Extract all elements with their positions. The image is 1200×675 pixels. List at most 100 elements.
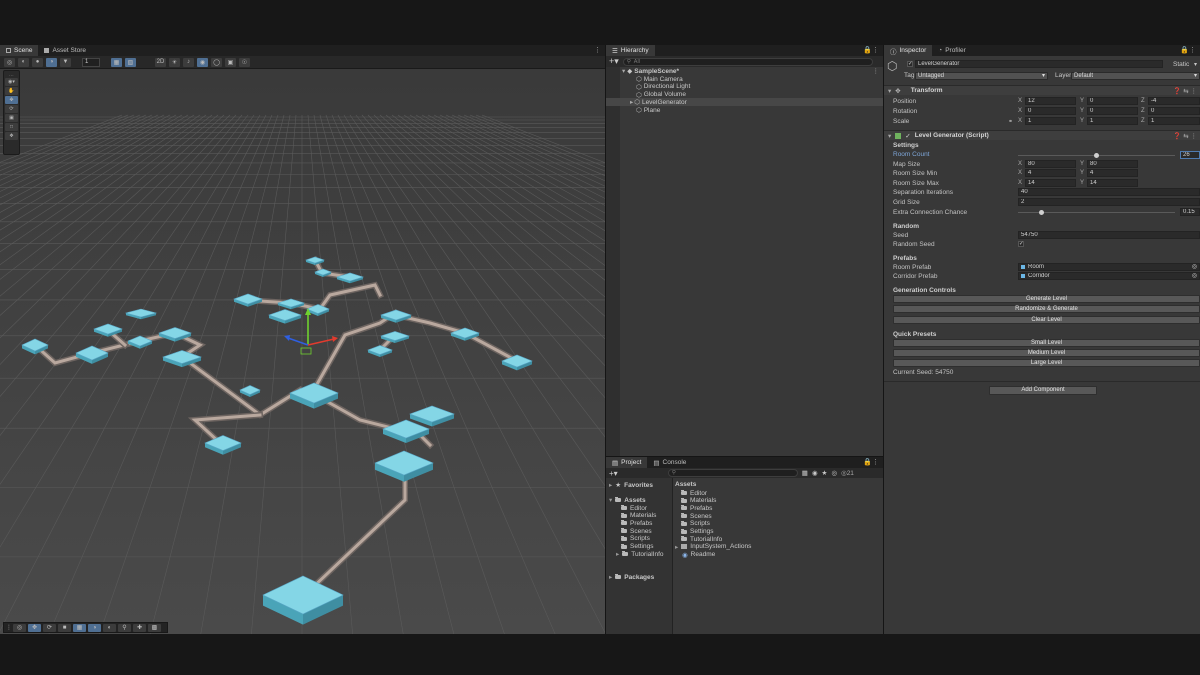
- extra-connection-slider-knob[interactable]: [1039, 210, 1045, 215]
- scene-viewport[interactable]: [0, 69, 605, 634]
- overlay-rotate-icon[interactable]: ⟳: [43, 623, 56, 632]
- scale-link-icon[interactable]: ⚭: [1008, 118, 1013, 125]
- rotation-x-field[interactable]: 0: [1025, 107, 1076, 115]
- lighting-icon[interactable]: ☀: [169, 57, 180, 67]
- script-enabled-checkbox[interactable]: ✓: [905, 132, 910, 140]
- rect-tool-icon[interactable]: □: [5, 123, 18, 131]
- tab-asset-store[interactable]: Asset Store: [38, 45, 92, 56]
- overlay-zoom-icon[interactable]: ⚲: [118, 623, 131, 632]
- generate-level-button[interactable]: Generate Level: [893, 295, 1200, 303]
- hierarchy-search-input[interactable]: ⚲ All: [622, 57, 873, 66]
- overlay-move-icon[interactable]: ✥: [28, 623, 41, 632]
- camera-dropdown-icon[interactable]: ▼: [60, 57, 71, 67]
- hidden-count-icon[interactable]: ◎21: [841, 469, 854, 477]
- kebab-menu-icon[interactable]: ⋮: [594, 46, 601, 54]
- small-level-button[interactable]: Small Level: [893, 339, 1200, 347]
- scale-z-field[interactable]: 1: [1148, 117, 1200, 125]
- expand-arrow-icon[interactable]: ▸: [609, 481, 612, 489]
- hierarchy-item[interactable]: ⬡ Plane: [606, 106, 883, 115]
- tab-profiler[interactable]: ◔ Profiler: [932, 45, 972, 56]
- hierarchy-item[interactable]: ▸ ⬡ LevelGenerator: [606, 98, 883, 107]
- inspector-lock-icon[interactable]: 🔒⋮: [1180, 46, 1196, 54]
- hierarchy-lock-icon[interactable]: 🔒⋮: [863, 46, 879, 54]
- overlay-mask-icon[interactable]: ◐: [103, 623, 116, 632]
- shaded-mode-icon[interactable]: ◑: [46, 57, 57, 67]
- seed-field[interactable]: 54750: [1018, 231, 1200, 239]
- add-icon[interactable]: +▾: [609, 56, 619, 67]
- assets-root-row[interactable]: ▾ Assets: [609, 496, 646, 505]
- overlay-lock-icon[interactable]: ■: [58, 623, 71, 632]
- tag-dropdown[interactable]: Untagged: [915, 72, 1048, 80]
- map-size-x-field[interactable]: 80: [1025, 160, 1076, 168]
- room-count-field[interactable]: 26: [1180, 151, 1200, 159]
- expand-arrow-icon[interactable]: ▾: [609, 496, 612, 504]
- tab-hierarchy[interactable]: ☰ Hierarchy: [606, 45, 655, 56]
- add-component-button[interactable]: Add Component: [989, 386, 1097, 395]
- favorite-icon[interactable]: ★: [822, 469, 828, 477]
- audio-icon[interactable]: ♪: [183, 57, 194, 67]
- hierarchy-item[interactable]: ⬡ Main Camera: [606, 75, 883, 84]
- 2d-toggle-icon[interactable]: 2D: [155, 57, 166, 67]
- active-checkbox[interactable]: ✓: [907, 61, 913, 67]
- asset-list-item[interactable]: ◉ Readme: [682, 551, 715, 559]
- rotation-z-field[interactable]: 0: [1148, 107, 1200, 115]
- packages-row[interactable]: ▸ Packages: [609, 573, 654, 582]
- scene-view-canvas[interactable]: [0, 69, 605, 634]
- drag-handle-icon[interactable]: ⋯: [5, 72, 18, 79]
- room-prefab-field[interactable]: Room ◎: [1018, 263, 1200, 271]
- static-dropdown-icon[interactable]: ▾: [1194, 61, 1197, 68]
- map-size-y-field[interactable]: 80: [1087, 160, 1138, 168]
- transform-header[interactable]: ▾ ✥ Transform ❓ ⇆ ⋮: [884, 85, 1200, 95]
- corridor-prefab-field[interactable]: Corridor ◎: [1018, 272, 1200, 280]
- favorites-row[interactable]: ▸ ★ Favorites: [609, 481, 653, 490]
- hand-tool-icon[interactable]: ✋: [5, 87, 18, 95]
- grid-size-field[interactable]: 2: [1018, 198, 1200, 206]
- room-size-max-x-field[interactable]: 14: [1025, 179, 1076, 187]
- random-seed-checkbox[interactable]: ✓: [1018, 241, 1024, 247]
- component-menu-icon[interactable]: ❓ ⇆ ⋮: [1173, 87, 1197, 95]
- large-level-button[interactable]: Large Level: [893, 359, 1200, 367]
- transform-tool-icon[interactable]: ❖: [5, 132, 18, 140]
- object-picker-icon[interactable]: ◎: [1192, 273, 1197, 279]
- room-count-slider-knob[interactable]: [1094, 153, 1099, 158]
- room-size-max-y-field[interactable]: 14: [1087, 179, 1138, 187]
- object-picker-icon[interactable]: ◎: [1192, 264, 1197, 270]
- scale-x-field[interactable]: 1: [1025, 117, 1076, 125]
- foldout-arrow-icon[interactable]: ▾: [888, 132, 891, 140]
- expand-arrow-icon[interactable]: ▸: [616, 550, 619, 558]
- filter-label-icon[interactable]: ◉: [812, 469, 818, 477]
- tab-inspector[interactable]: ⓘ Inspector: [884, 45, 933, 56]
- hierarchy-item[interactable]: ⬡ Global Volume: [606, 91, 883, 99]
- expand-arrow-icon[interactable]: ▸: [609, 573, 612, 581]
- tab-console[interactable]: ▤ Console: [647, 457, 692, 468]
- position-z-field[interactable]: -4: [1148, 97, 1200, 105]
- view-tool-icon[interactable]: ◉▾: [5, 78, 18, 86]
- clear-level-button[interactable]: Clear Level: [893, 316, 1200, 324]
- overlay-frame-icon[interactable]: ✚: [133, 623, 146, 632]
- tree-folder-item[interactable]: ▸ TutorialInfo: [616, 550, 664, 559]
- scale-y-field[interactable]: 1: [1087, 117, 1138, 125]
- overlay-snap-icon[interactable]: ▦: [73, 623, 86, 632]
- position-x-field[interactable]: 12: [1025, 97, 1076, 105]
- overlay-pivot-icon[interactable]: ◎: [13, 623, 26, 632]
- filter-type-icon[interactable]: ▦: [802, 469, 808, 477]
- scene-camera-icon[interactable]: ▣: [225, 57, 236, 67]
- grid-snap-icon[interactable]: ▦: [111, 57, 122, 67]
- hidden-objects-icon[interactable]: ◯: [211, 57, 222, 67]
- randomize-generate-button[interactable]: Randomize & Generate: [893, 305, 1200, 313]
- scale-tool-icon[interactable]: ▣: [5, 114, 18, 122]
- tab-scene[interactable]: Scene: [0, 45, 39, 56]
- effects-icon[interactable]: ◉: [197, 57, 208, 67]
- script-header[interactable]: ▾ ✓ Level Generator (Script) ❓ ⇆ ⋮: [884, 130, 1200, 140]
- local-icon[interactable]: ◐: [18, 57, 29, 67]
- pivot-icon[interactable]: ◎: [4, 57, 15, 67]
- eye-icon[interactable]: ◎: [831, 469, 837, 477]
- medium-level-button[interactable]: Medium Level: [893, 349, 1200, 357]
- overlay-shaded-icon[interactable]: ◑: [88, 623, 101, 632]
- foldout-arrow-icon[interactable]: ▾: [888, 87, 891, 95]
- scene-menu-icon[interactable]: ⋮: [873, 67, 880, 75]
- project-add-icon[interactable]: +▾: [609, 469, 618, 478]
- gizmos-icon[interactable]: ☉: [239, 57, 250, 67]
- script-menu-icon[interactable]: ❓ ⇆ ⋮: [1173, 132, 1197, 140]
- expand-arrow-icon[interactable]: ▸: [675, 543, 678, 551]
